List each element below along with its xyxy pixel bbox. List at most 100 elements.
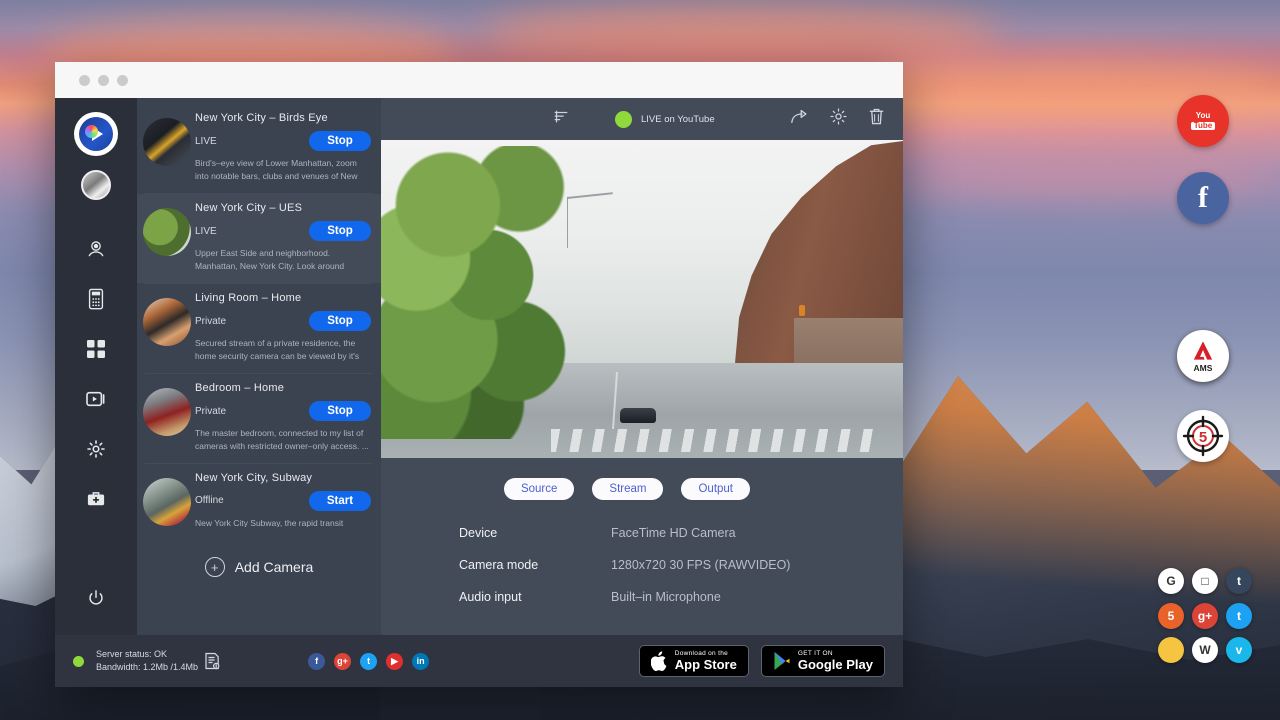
add-camera-button[interactable]: + Add Camera <box>137 527 381 577</box>
camera-action-button[interactable]: Stop <box>309 401 371 421</box>
google-plus-icon[interactable]: g+ <box>334 653 351 670</box>
facebook-icon[interactable]: f <box>308 653 325 670</box>
minimize-button[interactable] <box>98 75 109 86</box>
camera-list-item[interactable]: New York City – Birds Eye LIVE Stop Bird's–… <box>137 104 381 193</box>
camera-description: The master bedroom, connected to my list… <box>195 427 371 453</box>
delete-button[interactable] <box>868 107 885 131</box>
linkedin-icon[interactable]: in <box>412 653 429 670</box>
video-car <box>620 408 656 423</box>
camera-state: Private <box>195 316 226 327</box>
camera-action-button[interactable]: Stop <box>309 311 371 331</box>
close-button[interactable] <box>79 75 90 86</box>
camera-list[interactable]: New York City – Birds Eye LIVE Stop Bird's–… <box>137 98 381 527</box>
rail-item-power[interactable] <box>55 573 137 623</box>
camera-thumbnail <box>143 478 191 526</box>
firstaid-icon <box>86 490 106 508</box>
camera-state: Private <box>195 406 226 417</box>
rail-item-support[interactable] <box>55 474 137 524</box>
camera-thumbnail <box>143 298 191 346</box>
grammarly-icon[interactable]: G <box>1158 568 1184 594</box>
video-icon <box>85 390 107 408</box>
window-titlebar[interactable] <box>55 62 903 98</box>
camera-title: Bedroom – Home <box>195 382 371 394</box>
user-avatar[interactable] <box>81 170 111 200</box>
google-play-badge[interactable]: GET IT ONGoogle Play <box>761 645 885 677</box>
tumblr-icon[interactable]: t <box>1226 568 1252 594</box>
server-status-line: Server status: OK <box>96 648 198 661</box>
camera-icon <box>86 239 106 259</box>
target5-shortcut[interactable]: 5 <box>1177 410 1229 462</box>
vimeo-icon[interactable]: v <box>1226 637 1252 663</box>
info-label: Camera mode <box>459 558 611 572</box>
camera-description: Upper East Side and neighborhood. Manhat… <box>195 247 371 273</box>
rail-item-cameras[interactable] <box>55 224 137 274</box>
video-preview-wrapper <box>381 140 903 458</box>
twitter-icon[interactable]: t <box>1226 603 1252 629</box>
twitter-icon[interactable]: t <box>360 653 377 670</box>
camera-list-item[interactable]: Bedroom – Home Private Stop The master bedr… <box>137 374 381 463</box>
camera-list-item[interactable]: New York City – UESLIVEStopUpper East Si… <box>137 194 381 283</box>
live-status-label: LIVE on YouTube <box>641 114 715 125</box>
camera-thumbnail <box>143 208 191 256</box>
camera-title: New York City – Birds Eye <box>195 112 371 124</box>
camera-state: LIVE <box>195 136 217 147</box>
tab-output[interactable]: Output <box>681 478 750 500</box>
live-status: LIVE on YouTube <box>615 111 715 128</box>
camera-description: Secured stream of a private residence, t… <box>195 337 371 363</box>
camera-description: New York City Subway, the rapid transit … <box>195 517 371 528</box>
camera-title: New York City, Subway <box>195 472 371 484</box>
grid-icon <box>86 339 106 359</box>
app-logo[interactable] <box>76 114 116 154</box>
gplus-icon[interactable]: g+ <box>1192 603 1218 629</box>
youtube-shortcut[interactable]: You Tube <box>1177 95 1229 147</box>
camera-action-button[interactable]: Start <box>309 491 371 511</box>
twitch-icon[interactable]: □ <box>1192 568 1218 594</box>
sun-icon[interactable] <box>1158 637 1184 663</box>
video-trees <box>381 146 604 439</box>
camera-list-panel: New York City – Birds Eye LIVE Stop Bird's–… <box>137 98 381 635</box>
info-table: DeviceFaceTime HD Camera Camera mode1280x… <box>381 500 903 622</box>
store-big-label: App Store <box>675 658 737 672</box>
info-value[interactable]: FaceTime HD Camera <box>611 526 736 540</box>
rail-item-devices[interactable] <box>55 274 137 324</box>
status-bar: Server status: OK Bandwidth: 1.2Mb /1.4M… <box>55 635 903 687</box>
camera-list-item[interactable]: Living Room – HomePrivateStopSecured str… <box>137 284 381 373</box>
facebook-shortcut[interactable]: f <box>1177 172 1229 224</box>
zoom-button[interactable] <box>117 75 128 86</box>
power-icon <box>87 589 105 607</box>
social-links: f g+ t ▶ in <box>308 653 429 670</box>
settings-tabs: Source Stream Output <box>381 458 873 500</box>
spectrum-icon <box>85 125 98 138</box>
settings-button[interactable] <box>829 107 848 131</box>
rail-item-grid[interactable] <box>55 324 137 374</box>
tab-stream[interactable]: Stream <box>592 478 663 500</box>
wordpress-icon[interactable]: W <box>1192 637 1218 663</box>
five-icon[interactable]: 5 <box>1158 603 1184 629</box>
camera-action-button[interactable]: Stop <box>309 221 371 241</box>
store-badges: Download on theApp Store GET IT ONGoogle … <box>639 645 885 677</box>
log-document-icon[interactable] <box>204 652 220 670</box>
main-panel: LIVE on YouTube <box>381 98 903 635</box>
youtube-icon[interactable]: ▶ <box>386 653 403 670</box>
info-value[interactable]: Built–in Microphone <box>611 590 721 604</box>
apple-icon <box>651 651 668 671</box>
camera-action-button[interactable]: Stop <box>309 131 371 151</box>
tab-source[interactable]: Source <box>504 478 574 500</box>
adobe-ams-shortcut[interactable]: AMS <box>1177 330 1229 382</box>
share-button[interactable] <box>790 108 809 130</box>
cloud <box>480 4 1000 64</box>
svg-text:5: 5 <box>1199 429 1207 446</box>
youtube-label-bottom: Tube <box>1191 122 1216 131</box>
info-value[interactable]: 1280x720 30 FPS (RAWVIDEO) <box>611 558 790 572</box>
video-preview[interactable] <box>381 140 903 458</box>
app-store-badge[interactable]: Download on theApp Store <box>639 645 749 677</box>
bandwidth-line: Bandwidth: 1.2Mb /1.4Mb <box>96 661 198 674</box>
facebook-icon: f <box>1198 181 1208 215</box>
sort-icon[interactable] <box>553 109 569 130</box>
info-label: Device <box>459 526 611 540</box>
camera-list-item[interactable]: New York City, SubwayOfflineStartNew Yor… <box>137 464 381 528</box>
camera-thumbnail <box>143 388 191 436</box>
camera-description: Bird's–eye view of Lower Manhattan, zoom… <box>195 157 371 183</box>
rail-item-settings[interactable] <box>55 424 137 474</box>
rail-item-recordings[interactable] <box>55 374 137 424</box>
